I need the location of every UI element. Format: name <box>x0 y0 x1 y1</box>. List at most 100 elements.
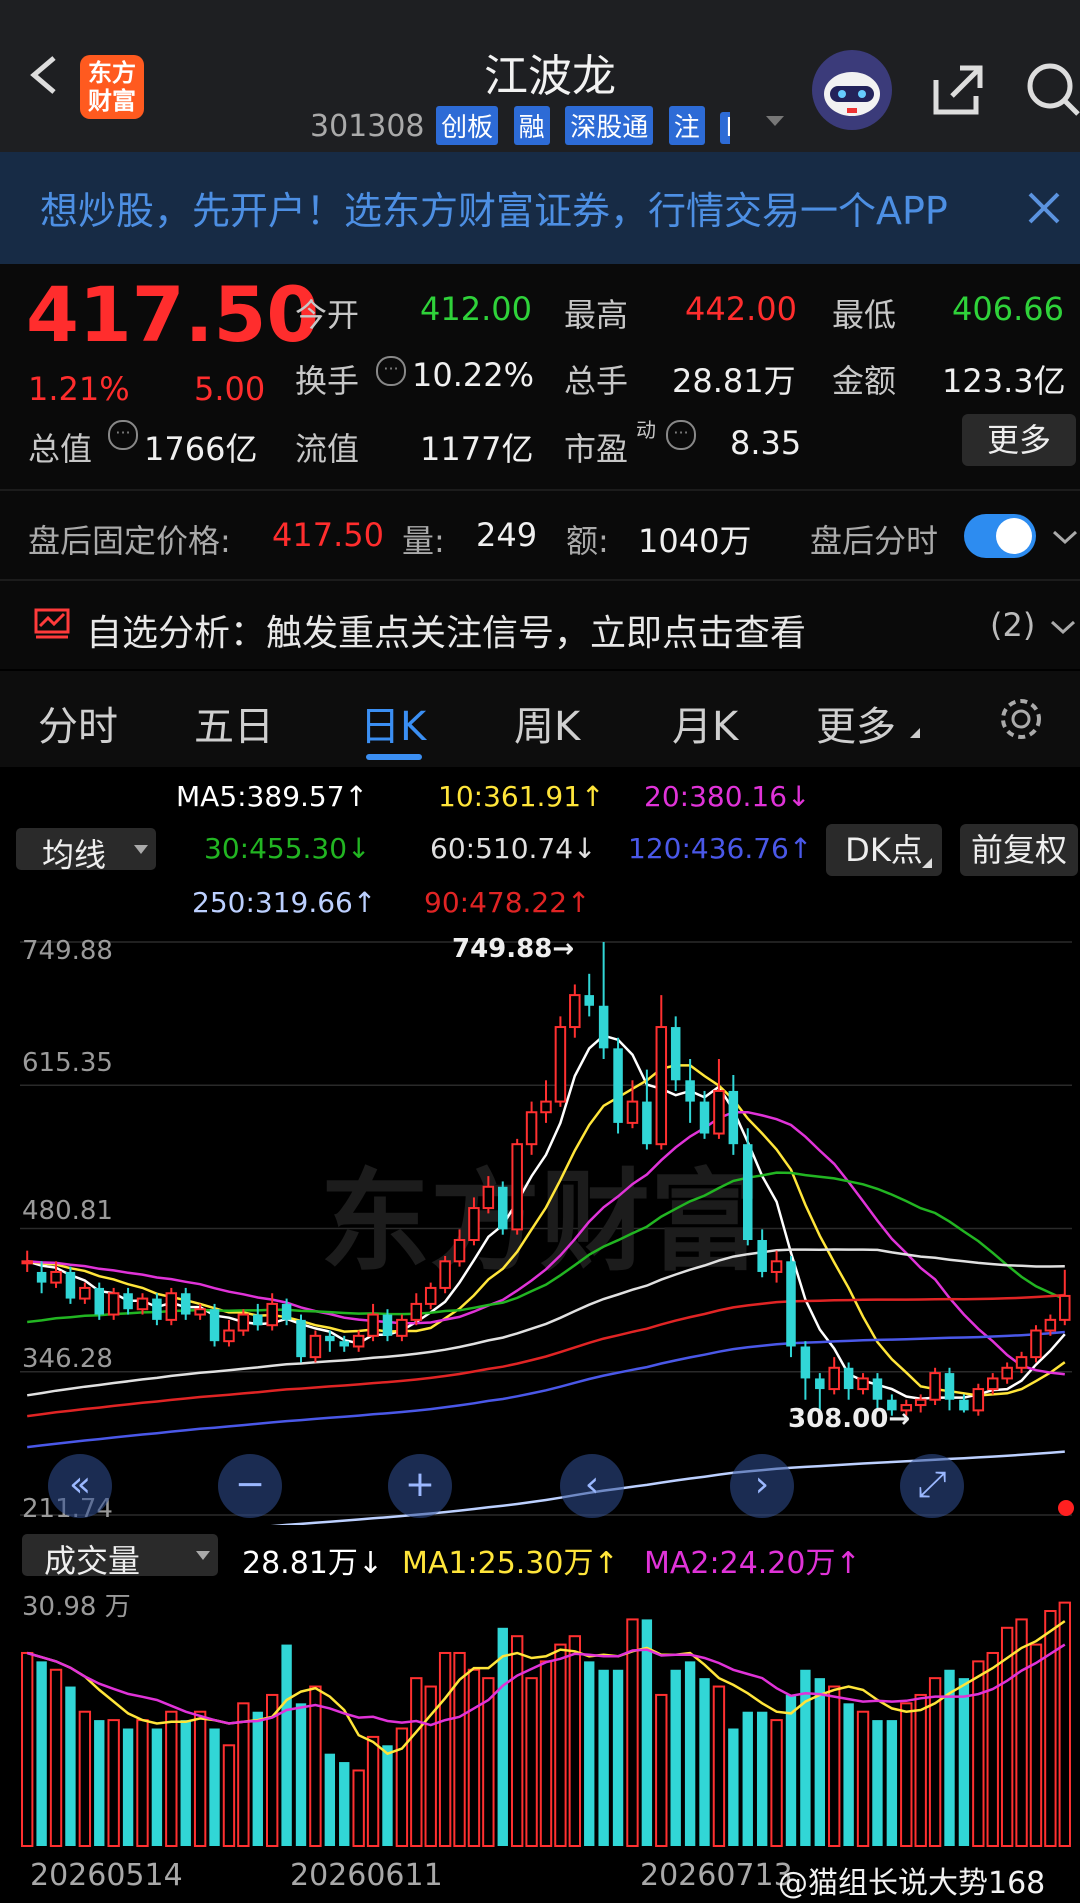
candle-body <box>339 1341 350 1347</box>
candle-body <box>1044 1318 1057 1332</box>
price-axis-label: 615.35 <box>22 1048 113 1078</box>
rewind-icon[interactable]: « <box>48 1454 112 1518</box>
candle-body <box>642 1101 652 1145</box>
tag-registration[interactable]: 注 <box>668 106 705 145</box>
tab-weekly-k[interactable]: 周K <box>514 694 580 752</box>
volume-bar <box>193 1710 207 1847</box>
volume-bar <box>21 1651 34 1847</box>
more-button[interactable]: 更多 <box>962 414 1076 466</box>
afterhours-toggle[interactable] <box>964 514 1036 558</box>
back-icon[interactable] <box>20 50 70 100</box>
volume-bar <box>281 1644 292 1846</box>
dropdown-arrow-icon[interactable] <box>766 116 784 126</box>
robot-avatar-icon[interactable] <box>812 50 892 130</box>
ma250-value: 250:319.66↑ <box>192 886 377 919</box>
volume-chart-svg <box>21 1601 1071 1848</box>
close-icon[interactable] <box>1024 188 1064 228</box>
pe-info-icon[interactable]: ··· <box>666 420 696 450</box>
ma60-value: 60:510.74↓ <box>430 832 597 865</box>
volume-ma2: MA2:24.20万↑ <box>644 1546 861 1581</box>
volume-bar <box>972 1660 985 1848</box>
tab-daily-k[interactable]: 日K <box>360 694 426 752</box>
dk-point-button[interactable]: DK点 <box>826 824 942 876</box>
fullscreen-icon[interactable]: ⤢ <box>900 1454 964 1518</box>
volume-bar <box>1029 1643 1043 1847</box>
volume-bar <box>209 1728 220 1846</box>
tag-connect[interactable]: 深股通 <box>565 106 654 145</box>
candle-body <box>699 1101 710 1134</box>
volume-bar <box>438 1651 452 1847</box>
zoom-in-icon[interactable]: + <box>388 1454 452 1518</box>
zoom-out-icon[interactable]: − <box>218 1454 282 1518</box>
volume-bar <box>165 1710 178 1847</box>
volume-bar <box>78 1710 92 1847</box>
tag-l2[interactable]: L2 <box>720 112 730 144</box>
change-percent: 1.21% <box>28 370 130 408</box>
ma5-value: MA5:389.57↑ <box>176 780 368 813</box>
select-arrow-icon <box>134 845 148 854</box>
volume-select[interactable]: 成交量 <box>22 1534 218 1580</box>
search-icon[interactable] <box>1022 60 1080 120</box>
date-label: 20260713 <box>640 1858 793 1893</box>
tag-chinext[interactable]: 创板 <box>436 106 499 145</box>
candle-body <box>525 1111 538 1146</box>
ma90-value: 90:478.22↑ <box>424 886 591 919</box>
mktcap-info-icon[interactable]: ··· <box>108 420 138 450</box>
watermark-text: 东方财富 <box>320 1158 760 1286</box>
volume-bar <box>828 1685 841 1847</box>
candle-body <box>626 1100 639 1124</box>
volume-bar <box>914 1693 927 1847</box>
ma-select[interactable]: 均线 <box>16 828 156 874</box>
candle-body <box>123 1293 133 1310</box>
pe-superscript: 动 <box>636 418 656 442</box>
candle-body <box>165 1292 178 1321</box>
volume-bar <box>122 1728 134 1846</box>
share-icon[interactable] <box>928 60 988 120</box>
candle-body <box>309 1334 322 1359</box>
candle-body <box>281 1303 292 1320</box>
volume-bar <box>1015 1618 1028 1848</box>
volume-bar <box>410 1677 423 1847</box>
candle-body <box>554 1026 567 1103</box>
volume-chart[interactable] <box>0 1580 1080 1850</box>
kline-chart[interactable]: 东方财富 <box>0 930 1080 1549</box>
volume-bar <box>1058 1601 1071 1847</box>
tab-intraday[interactable]: 分时 <box>38 694 118 752</box>
volume-bar <box>180 1720 191 1846</box>
info-icon[interactable]: ··· <box>376 356 406 386</box>
candle-body <box>1001 1366 1013 1380</box>
volume-label: 总手 <box>564 362 629 400</box>
turnover-value: 10.22% <box>412 356 535 394</box>
chevron-down-icon[interactable] <box>1050 522 1080 552</box>
candle-body <box>1030 1329 1042 1359</box>
volume-bar <box>655 1693 668 1847</box>
adjust-button[interactable]: 前复权 <box>960 824 1078 876</box>
promo-banner[interactable]: 想炒股，先开户！选东方财富证券，行情交易一个APP <box>0 152 1080 264</box>
candle-body <box>843 1367 854 1390</box>
candle-body <box>468 1207 480 1242</box>
mktcap-value: 1766亿 <box>144 430 258 468</box>
volume-bar <box>800 1669 811 1846</box>
tag-margin[interactable]: 融 <box>513 106 550 145</box>
prev-icon[interactable]: ‹ <box>560 1454 624 1518</box>
candle-body <box>986 1377 999 1391</box>
app-logo[interactable]: 东方 财富 <box>80 55 144 119</box>
settings-gear-icon[interactable] <box>996 694 1046 744</box>
candle-body <box>180 1293 191 1315</box>
afterhours-vol-label: 量: <box>402 522 445 560</box>
ma120-value: 120:436.76↑ <box>628 832 813 865</box>
candle-body <box>914 1398 927 1407</box>
tab-five-day[interactable]: 五日 <box>194 694 274 752</box>
candle-body <box>815 1378 825 1390</box>
signal-chevron-icon[interactable] <box>1048 612 1078 642</box>
candle-body <box>209 1309 220 1342</box>
candle-body <box>498 1186 508 1230</box>
tab-monthly-k[interactable]: 月K <box>672 694 738 752</box>
candle-body <box>959 1399 969 1411</box>
next-icon[interactable]: › <box>730 1454 794 1518</box>
current-price: 417.50 <box>26 270 320 359</box>
tab-more[interactable]: 更多 <box>816 694 896 752</box>
low-label: 最低 <box>832 296 897 334</box>
high-value: 442.00 <box>685 290 797 328</box>
stock-code-row: 301308 创板 融 深股通 注 L2 <box>310 106 730 145</box>
